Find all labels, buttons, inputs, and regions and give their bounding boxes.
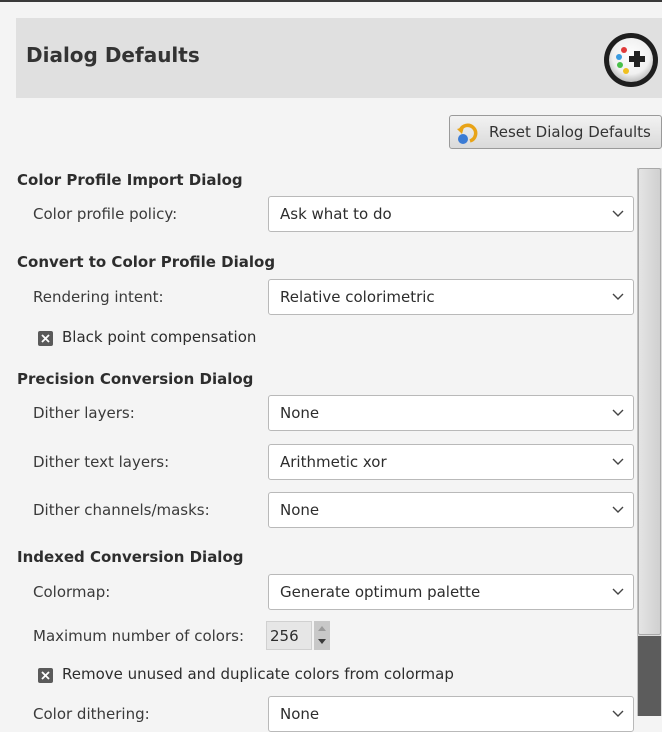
- color-profile-policy-label: Color profile policy:: [33, 205, 178, 223]
- dither-channels-label: Dither channels/masks:: [33, 501, 210, 519]
- remove-unused-colors-label: Remove unused and duplicate colors from …: [62, 665, 454, 683]
- max-colors-input[interactable]: 256: [266, 621, 312, 650]
- chevron-down-icon: [611, 206, 625, 220]
- color-dithering-value: None: [280, 705, 320, 723]
- reset-dialog-defaults-button[interactable]: Reset Dialog Defaults: [449, 115, 662, 149]
- rendering-intent-value: Relative colorimetric: [280, 288, 435, 306]
- dither-channels-select[interactable]: None: [268, 492, 634, 528]
- color-dithering-label: Color dithering:: [33, 705, 150, 723]
- chevron-down-icon: [611, 454, 625, 468]
- remove-unused-colors-checkbox[interactable]: [38, 668, 53, 683]
- max-colors-label: Maximum number of colors:: [33, 627, 245, 645]
- reset-icon: [456, 121, 480, 145]
- vertical-scrollbar-thumb[interactable]: [638, 168, 661, 635]
- section-title-color-profile-import: Color Profile Import Dialog: [17, 171, 243, 189]
- max-colors-stepper[interactable]: [314, 621, 330, 650]
- black-point-compensation-label: Black point compensation: [62, 328, 257, 346]
- dither-layers-value: None: [280, 404, 320, 422]
- chevron-down-icon: [611, 405, 625, 419]
- color-profile-policy-value: Ask what to do: [280, 205, 392, 223]
- checkbox-x-icon: [41, 671, 50, 680]
- vertical-scrollbar-lower[interactable]: [638, 636, 661, 716]
- gimp-prefs-icon: [602, 31, 660, 89]
- dither-text-layers-label: Dither text layers:: [33, 453, 170, 471]
- checkbox-x-icon: [41, 334, 50, 343]
- dither-channels-value: None: [280, 501, 320, 519]
- page-title: Dialog Defaults: [26, 43, 200, 67]
- chevron-down-icon: [611, 289, 625, 303]
- dither-text-layers-select[interactable]: Arithmetic xor: [268, 444, 634, 480]
- section-title-convert-to-profile: Convert to Color Profile Dialog: [17, 253, 276, 271]
- black-point-compensation-checkbox[interactable]: [38, 331, 53, 346]
- color-dithering-select[interactable]: None: [268, 696, 634, 732]
- chevron-down-icon: [611, 502, 625, 516]
- chevron-down-icon: [611, 584, 625, 598]
- color-profile-policy-select[interactable]: Ask what to do: [268, 196, 634, 232]
- dither-layers-select[interactable]: None: [268, 395, 634, 431]
- section-title-precision-conversion: Precision Conversion Dialog: [17, 370, 254, 388]
- colormap-value: Generate optimum palette: [280, 583, 481, 601]
- section-title-indexed-conversion: Indexed Conversion Dialog: [17, 548, 244, 566]
- dither-text-layers-value: Arithmetic xor: [280, 453, 387, 471]
- rendering-intent-label: Rendering intent:: [33, 288, 164, 306]
- chevron-down-icon: [611, 706, 625, 720]
- dither-layers-label: Dither layers:: [33, 404, 135, 422]
- max-colors-value: 256: [270, 627, 299, 645]
- stepper-down-icon: [318, 639, 326, 644]
- colormap-label: Colormap:: [33, 583, 111, 601]
- colormap-select[interactable]: Generate optimum palette: [268, 574, 634, 610]
- page-header: Dialog Defaults: [16, 18, 662, 98]
- stepper-up-icon: [318, 626, 326, 631]
- rendering-intent-select[interactable]: Relative colorimetric: [268, 279, 634, 315]
- window-top-border: [0, 0, 662, 2]
- reset-button-label: Reset Dialog Defaults: [489, 123, 651, 141]
